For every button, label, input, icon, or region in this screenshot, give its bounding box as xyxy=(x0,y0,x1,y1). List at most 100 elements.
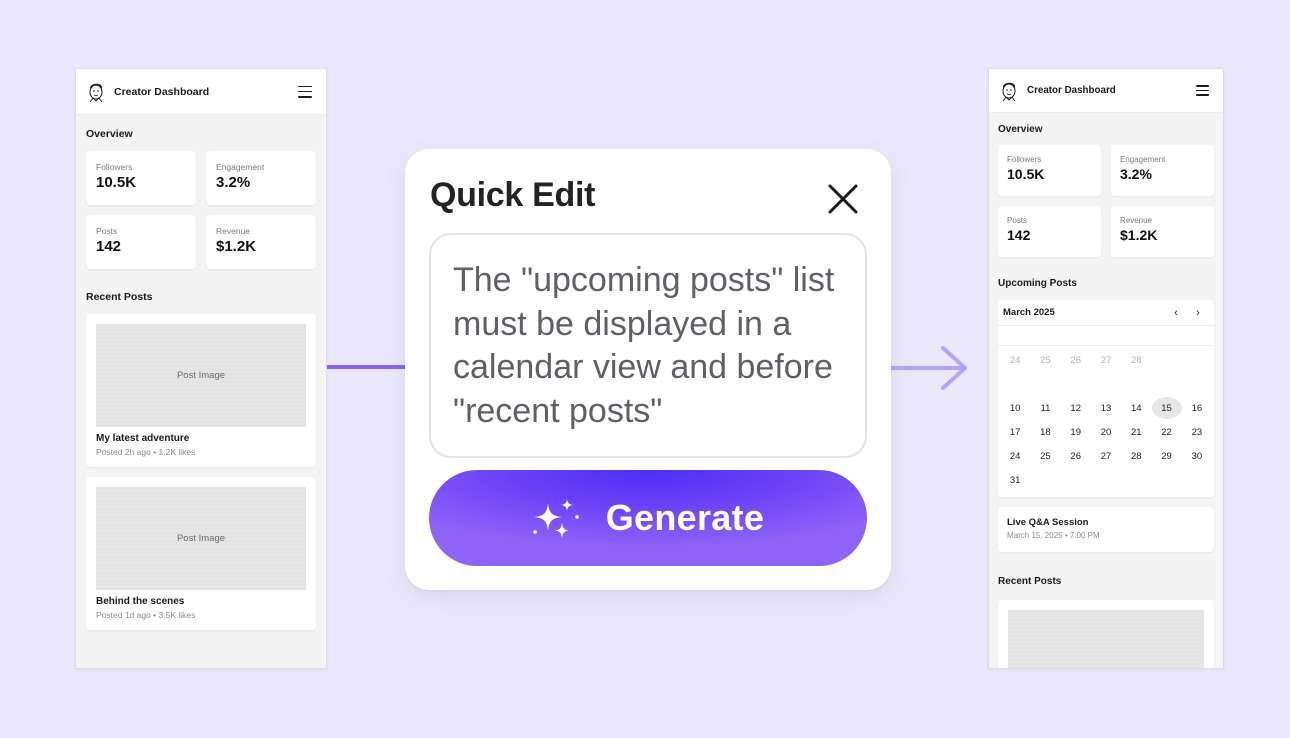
prompt-textarea[interactable]: The "upcoming posts" list must be displa… xyxy=(429,233,867,458)
overview-heading: Overview xyxy=(998,124,1043,135)
calendar-day[interactable]: 23 xyxy=(1182,421,1212,443)
app-header: Creator Dashboard xyxy=(989,69,1223,113)
calendar-day-label: 29 xyxy=(1161,450,1172,462)
overview-heading: Overview xyxy=(86,128,133,140)
stat-value: 3.2% xyxy=(216,174,251,191)
post-image-placeholder: Post Image xyxy=(96,487,306,590)
calendar-day-label: 12 xyxy=(1070,402,1081,414)
stat-label: Followers xyxy=(96,162,133,172)
calendar-day-label: 11 xyxy=(1040,402,1051,414)
stat-label: Revenue xyxy=(1120,216,1153,225)
calendar-day-label: 27 xyxy=(1100,354,1112,366)
stat-value: $1.2K xyxy=(216,238,257,255)
calendar-day-label: 16 xyxy=(1191,402,1203,414)
stat-label: Revenue xyxy=(216,226,251,236)
calendar-empty-cell xyxy=(1061,469,1091,491)
stat-card-followers: Followers 10.5K xyxy=(998,145,1101,196)
recent-posts-heading: Recent Posts xyxy=(86,291,153,303)
calendar-empty-cell xyxy=(1030,373,1060,395)
calendar-day[interactable]: 25 xyxy=(1030,445,1060,467)
calendar-day-label: 28 xyxy=(1130,450,1142,462)
calendar-day[interactable]: 30 xyxy=(1182,445,1212,467)
stat-value: 3.2% xyxy=(1120,166,1152,182)
stats-grid: Followers 10.5K Engagement 3.2% Posts 14… xyxy=(998,145,1214,257)
post-card[interactable]: Post Image xyxy=(998,600,1214,668)
calendar-empty-cell xyxy=(1182,373,1212,395)
stat-value: 10.5K xyxy=(1007,166,1045,182)
calendar-day-label: 21 xyxy=(1130,426,1142,438)
calendar-day[interactable]: 13 xyxy=(1091,397,1121,419)
arrow-right-icon xyxy=(891,346,967,390)
dashboard-after: Creator Dashboard Overview Followers 10.… xyxy=(988,68,1224,669)
generate-button[interactable]: Generate xyxy=(429,470,867,566)
calendar-empty-cell xyxy=(1030,469,1060,491)
calendar-day-label: 23 xyxy=(1191,426,1203,438)
calendar-day-label: 24 xyxy=(1009,450,1021,462)
stats-grid: Followers 10.5K Engagement 3.2% Posts 14… xyxy=(86,151,316,269)
stat-card-posts: Posts 142 xyxy=(86,215,196,269)
calendar-day[interactable]: 22 xyxy=(1151,421,1181,443)
post-title: My latest adventure xyxy=(96,433,190,444)
calendar-day[interactable]: 26 xyxy=(1061,445,1091,467)
calendar-day-label: 19 xyxy=(1070,426,1081,438)
calendar-day-label: 30 xyxy=(1191,450,1203,462)
app-header: Creator Dashboard xyxy=(76,69,326,115)
hamburger-menu-icon[interactable] xyxy=(1196,85,1209,96)
calendar-day[interactable]: 20 xyxy=(1091,421,1121,443)
quick-edit-dialog: Quick Edit The "upcoming posts" list mus… xyxy=(405,149,891,590)
hamburger-menu-icon[interactable] xyxy=(298,85,312,98)
post-card[interactable]: Post Image My latest adventure Posted 2h… xyxy=(86,314,316,467)
calendar-day[interactable]: 25 xyxy=(1030,349,1060,371)
calendar-day-label: 18 xyxy=(1040,426,1051,438)
post-card[interactable]: Post Image Behind the scenes Posted 1d a… xyxy=(86,477,316,630)
calendar-day[interactable]: 11 xyxy=(1030,397,1060,419)
calendar: March 2025 ‹ › 24 25 26 27 28 10 11 12 13 14 15 16 1… xyxy=(998,300,1214,497)
connector-line xyxy=(327,365,405,369)
calendar-day[interactable]: 12 xyxy=(1061,397,1091,419)
calendar-day[interactable]: 28 xyxy=(1121,445,1151,467)
calendar-day-label: 22 xyxy=(1161,426,1172,438)
calendar-day[interactable]: 27 xyxy=(1091,349,1121,371)
calendar-day-label: 24 xyxy=(1009,354,1021,366)
stat-value: 142 xyxy=(96,238,122,255)
stat-card-engagement: Engagement 3.2% xyxy=(1111,145,1214,196)
calendar-day[interactable]: 18 xyxy=(1030,421,1060,443)
post-meta: Posted 2h ago • 1.2K likes xyxy=(96,447,196,457)
calendar-day-selected[interactable]: 15 xyxy=(1151,397,1182,419)
calendar-day-label: 27 xyxy=(1100,450,1112,462)
calendar-day[interactable]: 28 xyxy=(1121,349,1151,371)
calendar-day[interactable]: 21 xyxy=(1121,421,1151,443)
calendar-day-label: 26 xyxy=(1070,450,1081,462)
calendar-day[interactable]: 26 xyxy=(1061,349,1091,371)
post-image-placeholder: Post Image xyxy=(96,324,306,427)
calendar-day[interactable]: 29 xyxy=(1151,445,1181,467)
recent-posts-heading: Recent Posts xyxy=(998,576,1062,587)
calendar-day[interactable]: 24 xyxy=(1000,445,1030,467)
chevron-right-icon[interactable]: › xyxy=(1187,307,1209,319)
calendar-grid: 24 25 26 27 28 10 11 12 13 14 15 16 17 18 19 20 21 22 23 24… xyxy=(998,346,1214,491)
calendar-day-label: 14 xyxy=(1130,402,1142,414)
close-icon[interactable] xyxy=(825,181,861,217)
calendar-day-label: 13 xyxy=(1100,402,1112,414)
upcoming-event-card[interactable]: Live Q&A Session March 15, 2025 • 7:00 P… xyxy=(998,507,1214,552)
calendar-empty-cell xyxy=(1061,373,1091,395)
calendar-day-label: 15 xyxy=(1151,397,1182,419)
calendar-day[interactable]: 10 xyxy=(1000,397,1030,419)
chevron-left-icon[interactable]: ‹ xyxy=(1165,307,1187,319)
sparkles-icon xyxy=(532,499,579,538)
stat-card-revenue: Revenue $1.2K xyxy=(1111,206,1214,257)
calendar-day[interactable]: 19 xyxy=(1061,421,1091,443)
calendar-day[interactable]: 31 xyxy=(1000,469,1030,491)
calendar-day-label: 28 xyxy=(1130,354,1142,366)
app-title: Creator Dashboard xyxy=(114,85,210,98)
calendar-day-label: 20 xyxy=(1100,426,1112,438)
event-title: Live Q&A Session xyxy=(1007,517,1089,528)
calendar-day[interactable]: 24 xyxy=(1000,349,1030,371)
calendar-day[interactable]: 27 xyxy=(1091,445,1121,467)
calendar-day[interactable]: 17 xyxy=(1000,421,1030,443)
avatar-icon xyxy=(1002,82,1016,101)
calendar-day[interactable]: 16 xyxy=(1182,397,1212,419)
calendar-day[interactable]: 14 xyxy=(1121,397,1151,419)
calendar-empty-cell xyxy=(1091,373,1121,395)
calendar-day-label: 25 xyxy=(1040,354,1051,366)
